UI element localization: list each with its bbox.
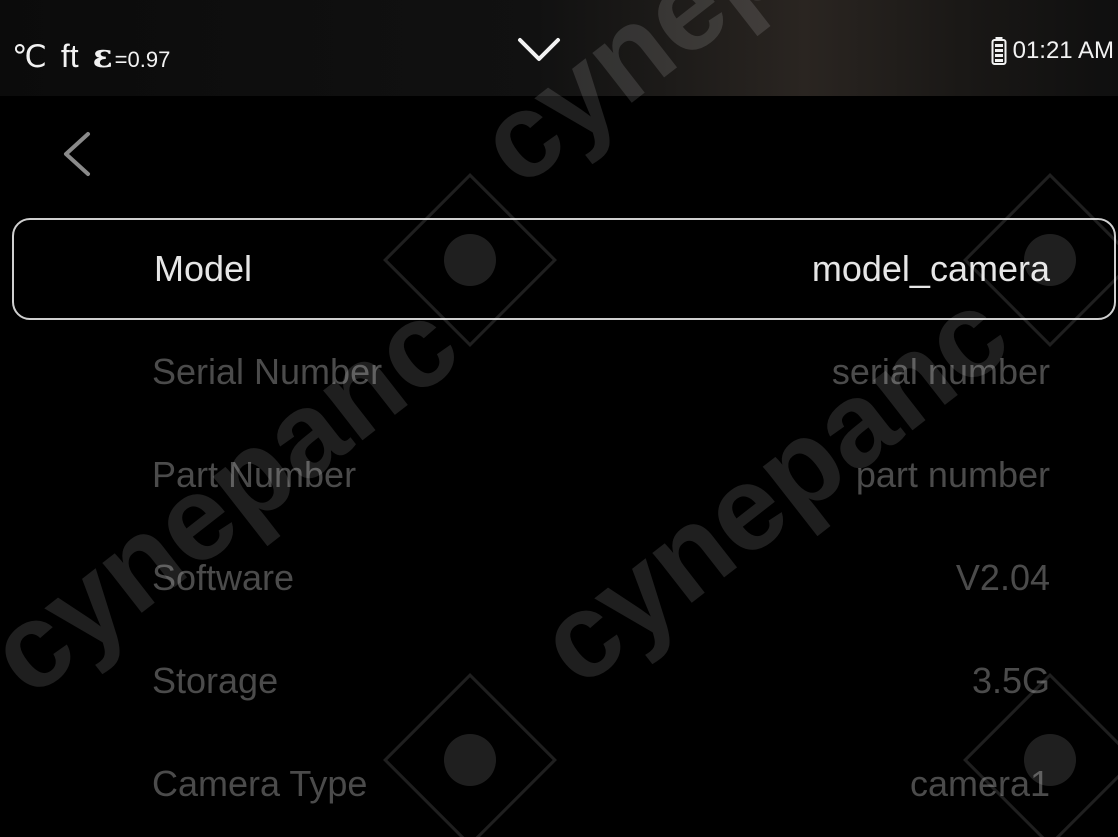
clock-time: 01:21 AM xyxy=(1012,37,1114,64)
status-left-group: ℃ ft ε =0.97 xyxy=(12,36,170,75)
row-label: Serial Number xyxy=(152,350,383,392)
distance-unit[interactable]: ft xyxy=(61,38,79,75)
temperature-unit[interactable]: ℃ xyxy=(12,39,47,75)
emissivity-value: =0.97 xyxy=(114,47,171,72)
info-row-model[interactable]: Model model_camera xyxy=(12,218,1116,320)
row-label: Model xyxy=(154,248,253,289)
chevron-left-icon xyxy=(64,132,90,176)
row-value: camera1 xyxy=(909,762,1050,804)
device-info-list: Model model_camera Serial Number serial … xyxy=(12,218,1116,835)
info-row-serial-number[interactable]: Serial Number serial number xyxy=(12,320,1116,423)
status-right-group: 01:21 AM xyxy=(991,36,1114,66)
row-value: part number xyxy=(855,453,1050,495)
row-value: 3.5G xyxy=(971,659,1050,701)
battery-icon xyxy=(991,37,1007,65)
back-button[interactable] xyxy=(56,128,96,180)
row-label: Part Number xyxy=(152,453,357,495)
row-label: Storage xyxy=(152,659,279,701)
row-value: V2.04 xyxy=(955,556,1050,598)
info-row-camera-type[interactable]: Camera Type camera1 xyxy=(12,732,1116,835)
row-value: model_camera xyxy=(811,248,1050,289)
info-row-software[interactable]: Software V2.04 xyxy=(12,526,1116,629)
emissivity-readout[interactable]: ε =0.97 xyxy=(93,36,171,75)
row-label: Software xyxy=(152,556,295,598)
row-value: serial number xyxy=(831,350,1050,392)
info-row-storage[interactable]: Storage 3.5G xyxy=(12,629,1116,732)
row-label: Camera Type xyxy=(152,762,368,804)
status-bar: ℃ ft ε =0.97 01:21 AM xyxy=(0,0,1118,96)
chevron-down-icon[interactable] xyxy=(516,34,562,64)
emissivity-symbol: ε xyxy=(92,36,113,75)
info-row-part-number[interactable]: Part Number part number xyxy=(12,423,1116,526)
